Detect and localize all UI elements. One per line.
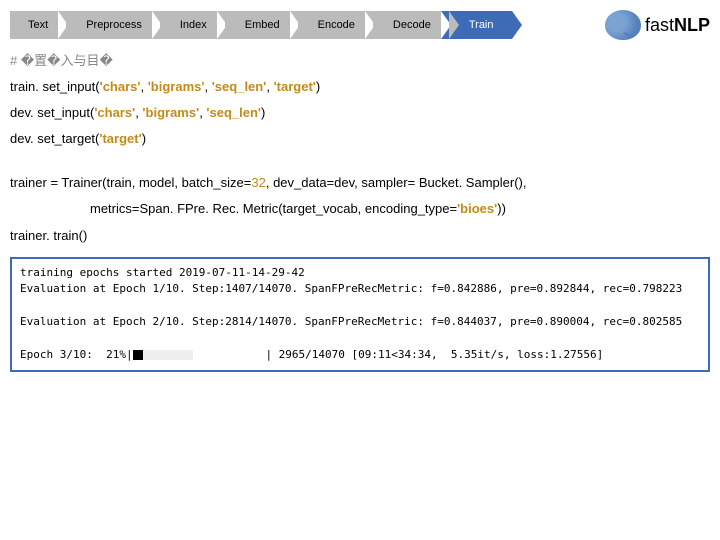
code-line-3: dev. set_target('target') [10,128,710,150]
progress-fill [133,350,143,360]
code-line-1: train. set_input('chars', 'bigrams', 'se… [10,76,710,98]
progress-empty [143,350,193,360]
logo-text: fastNLP [645,15,710,36]
pipeline-steps: Text Preprocess Index Embed Encode Decod… [10,10,710,40]
code-comment: # �置�入与目� [10,50,710,72]
code-line-5: metrics=Span. FPre. Rec. Metric(target_v… [10,198,710,220]
code-line-2: dev. set_input('chars', 'bigrams', 'seq_… [10,102,710,124]
brain-icon [605,10,641,40]
console-output: training epochs started 2019-07-11-14-29… [10,257,710,372]
code-line-4: trainer = Trainer(train, model, batch_si… [10,172,710,194]
fastnlp-logo: fastNLP [605,10,710,40]
code-line-6: trainer. train() [10,225,710,247]
